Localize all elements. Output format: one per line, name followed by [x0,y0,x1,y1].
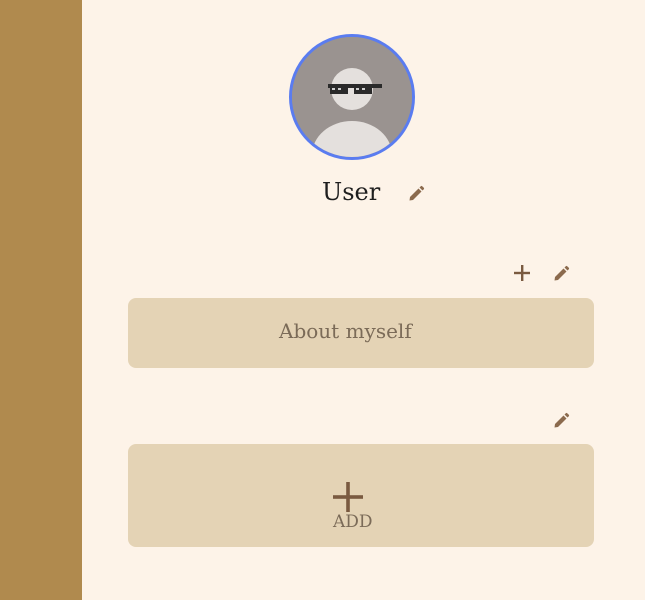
add-about-button[interactable] [511,262,533,284]
plus-icon [514,265,530,281]
pencil-icon [554,412,570,428]
avatar-image [292,37,412,157]
username: User [322,178,381,206]
add-label: ADD [333,512,373,532]
pencil-icon [409,185,425,201]
plus-icon [333,482,363,512]
profile-panel: User About myself ADD [82,0,645,600]
avatar[interactable] [289,34,415,160]
add-item-card[interactable]: ADD [128,444,594,547]
pencil-icon [554,265,570,281]
about-placeholder: About myself [279,319,412,343]
edit-username-button[interactable] [405,182,427,204]
edit-section-button[interactable] [550,409,572,431]
sidebar [0,0,82,600]
about-card[interactable]: About myself [128,298,594,368]
edit-about-button[interactable] [550,262,572,284]
